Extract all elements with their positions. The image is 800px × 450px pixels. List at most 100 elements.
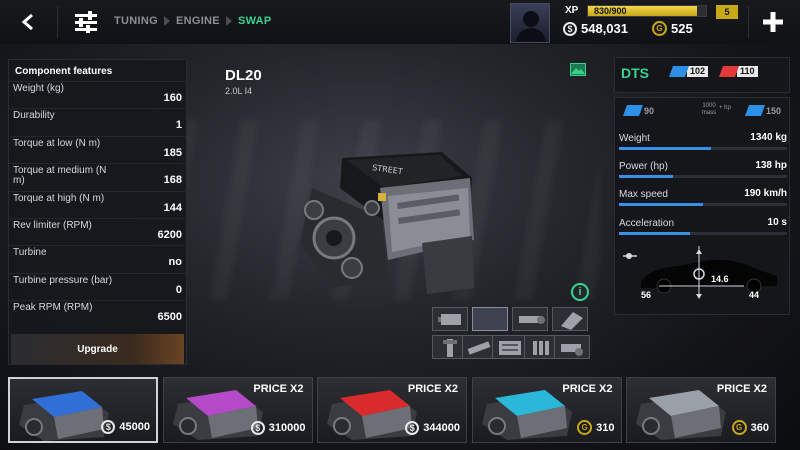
stat-bar <box>619 175 787 178</box>
price-x2-label: PRICE X2 <box>562 383 613 395</box>
menu-button[interactable] <box>70 6 102 38</box>
feature-value: 144 <box>163 201 182 214</box>
engine-part-icon <box>561 344 583 356</box>
feature-value: 6500 <box>157 311 182 324</box>
stat-label: Weight <box>619 133 650 144</box>
stat-value: 1340 kg <box>750 132 787 143</box>
features-title: Component features <box>15 66 113 77</box>
part-thumb[interactable] <box>432 307 468 331</box>
dollar-coin-icon: $ <box>101 420 116 434</box>
weight-center-value: 14.6 <box>711 274 729 284</box>
engine-card[interactable]: PRICE X2 $344000 <box>317 377 467 443</box>
back-button[interactable] <box>14 8 42 36</box>
card-price: $45000 <box>101 420 150 434</box>
gold-value: 525 <box>671 21 693 36</box>
feature-value: 185 <box>163 146 182 159</box>
part-thumb[interactable] <box>492 335 528 359</box>
sliders-icon <box>75 11 97 33</box>
stat-bar <box>619 147 787 150</box>
engine-thumbnail <box>19 391 109 441</box>
pi-current: 90 <box>622 105 657 116</box>
stat-bar-fill <box>619 175 673 178</box>
engine-card[interactable]: PRICE X2 G 360 <box>626 377 776 443</box>
engine-part-icon <box>438 314 461 325</box>
xp-label: XP <box>565 5 579 16</box>
breadcrumb: TUNING ENGINE SWAP <box>114 15 272 27</box>
chevron-right-icon <box>163 16 170 26</box>
part-thumb-selected[interactable] <box>472 307 508 331</box>
feature-row: Durability 1 <box>9 108 186 134</box>
divider <box>748 6 749 38</box>
photo-mode-button[interactable] <box>570 63 586 76</box>
stat-label: Max speed <box>619 189 668 200</box>
price-x2-label: PRICE X2 <box>716 383 767 395</box>
stat-row: Max speed 190 km/h <box>619 186 787 214</box>
engine-subtitle: 2.0L I4 <box>225 86 253 96</box>
card-price: G 360 <box>731 420 769 435</box>
stat-bar-fill <box>619 232 690 235</box>
feature-label: Durability <box>13 110 55 122</box>
engine-card[interactable]: $45000 <box>8 377 158 443</box>
upgrade-button[interactable]: Upgrade <box>11 334 184 364</box>
feature-label: Torque at high (N m) <box>13 192 105 204</box>
xp-progress-text: 830/900 <box>594 6 627 16</box>
stat-bar <box>619 203 787 206</box>
gold-balance: G 525 <box>652 21 693 36</box>
gold-coin-icon: G <box>731 420 747 435</box>
user-silhouette-icon <box>516 11 546 42</box>
plus-icon <box>763 12 783 32</box>
engine-name: DL20 <box>225 67 262 84</box>
stat-bar-fill <box>619 147 712 150</box>
component-features-panel: Component features Weight (kg) 160 Durabil… <box>8 59 187 365</box>
feature-label: Turbine <box>13 247 47 259</box>
chevron-right-icon <box>225 16 232 26</box>
feature-label: Peak RPM (RPM) <box>13 302 93 314</box>
feature-label: Rev limiter (RPM) <box>13 220 92 231</box>
money-balance: $ 548,031 <box>563 21 628 36</box>
card-price-value: 360 <box>750 421 769 434</box>
gold-coin-icon: G <box>577 420 593 435</box>
stat-row: Power (hp) 138 hp <box>619 158 787 186</box>
price-x2-label: PRICE X2 <box>253 383 304 395</box>
stat-row: Weight 1340 kg <box>619 130 787 158</box>
stat-bar-fill <box>619 203 703 206</box>
money-value: 548,031 <box>581 21 628 36</box>
card-price: G 310 <box>577 420 615 435</box>
stat-label: Power (hp) <box>619 161 668 172</box>
feature-row: Torque at medium (N m) 168 <box>9 163 186 189</box>
class-badge-icon <box>668 66 690 77</box>
pi-max-value: 150 <box>766 105 782 116</box>
part-thumb[interactable] <box>552 307 588 331</box>
part-thumb[interactable] <box>512 307 548 331</box>
divider <box>57 6 58 38</box>
mass-hp-line2: mass <box>701 110 717 116</box>
stat-value: 10 s <box>767 217 787 228</box>
engine-model: STREET <box>300 152 474 294</box>
dollar-coin-icon: $ <box>405 421 420 435</box>
breadcrumb-tuning[interactable]: TUNING <box>114 15 158 27</box>
dollar-coin-icon: $ <box>563 21 577 36</box>
gold-coin-icon: G <box>652 21 667 36</box>
add-currency-button[interactable] <box>760 9 786 35</box>
card-price-value: 45000 <box>119 421 150 433</box>
class-badge-icon <box>622 105 644 116</box>
rating-badge-blue: 102 <box>668 66 709 77</box>
dollar-coin-icon: $ <box>250 421 265 435</box>
feature-row: Peak RPM (RPM) 6500 <box>9 300 186 326</box>
engine-card[interactable]: PRICE X2 $310000 <box>162 377 313 443</box>
feature-value: 6200 <box>157 229 182 241</box>
card-price-value: 310000 <box>268 422 306 434</box>
xp-progress-bar: 830/900 <box>587 5 707 17</box>
avatar[interactable] <box>510 3 550 43</box>
info-button[interactable]: i <box>571 283 589 301</box>
breadcrumb-engine[interactable]: ENGINE <box>176 15 220 27</box>
class-badge-icon <box>718 66 740 77</box>
part-thumb[interactable] <box>554 335 590 359</box>
feature-value: 0 <box>175 283 182 296</box>
stat-value: 138 hp <box>755 160 787 171</box>
feature-label: Torque at low (N m) <box>13 137 101 149</box>
car-name: DTS <box>621 65 649 81</box>
car-header: DTS 102 110 <box>614 57 790 93</box>
feature-row: Rev limiter (RPM) 6200 <box>9 218 186 244</box>
engine-card[interactable]: PRICE X2 G 310 <box>471 377 622 443</box>
